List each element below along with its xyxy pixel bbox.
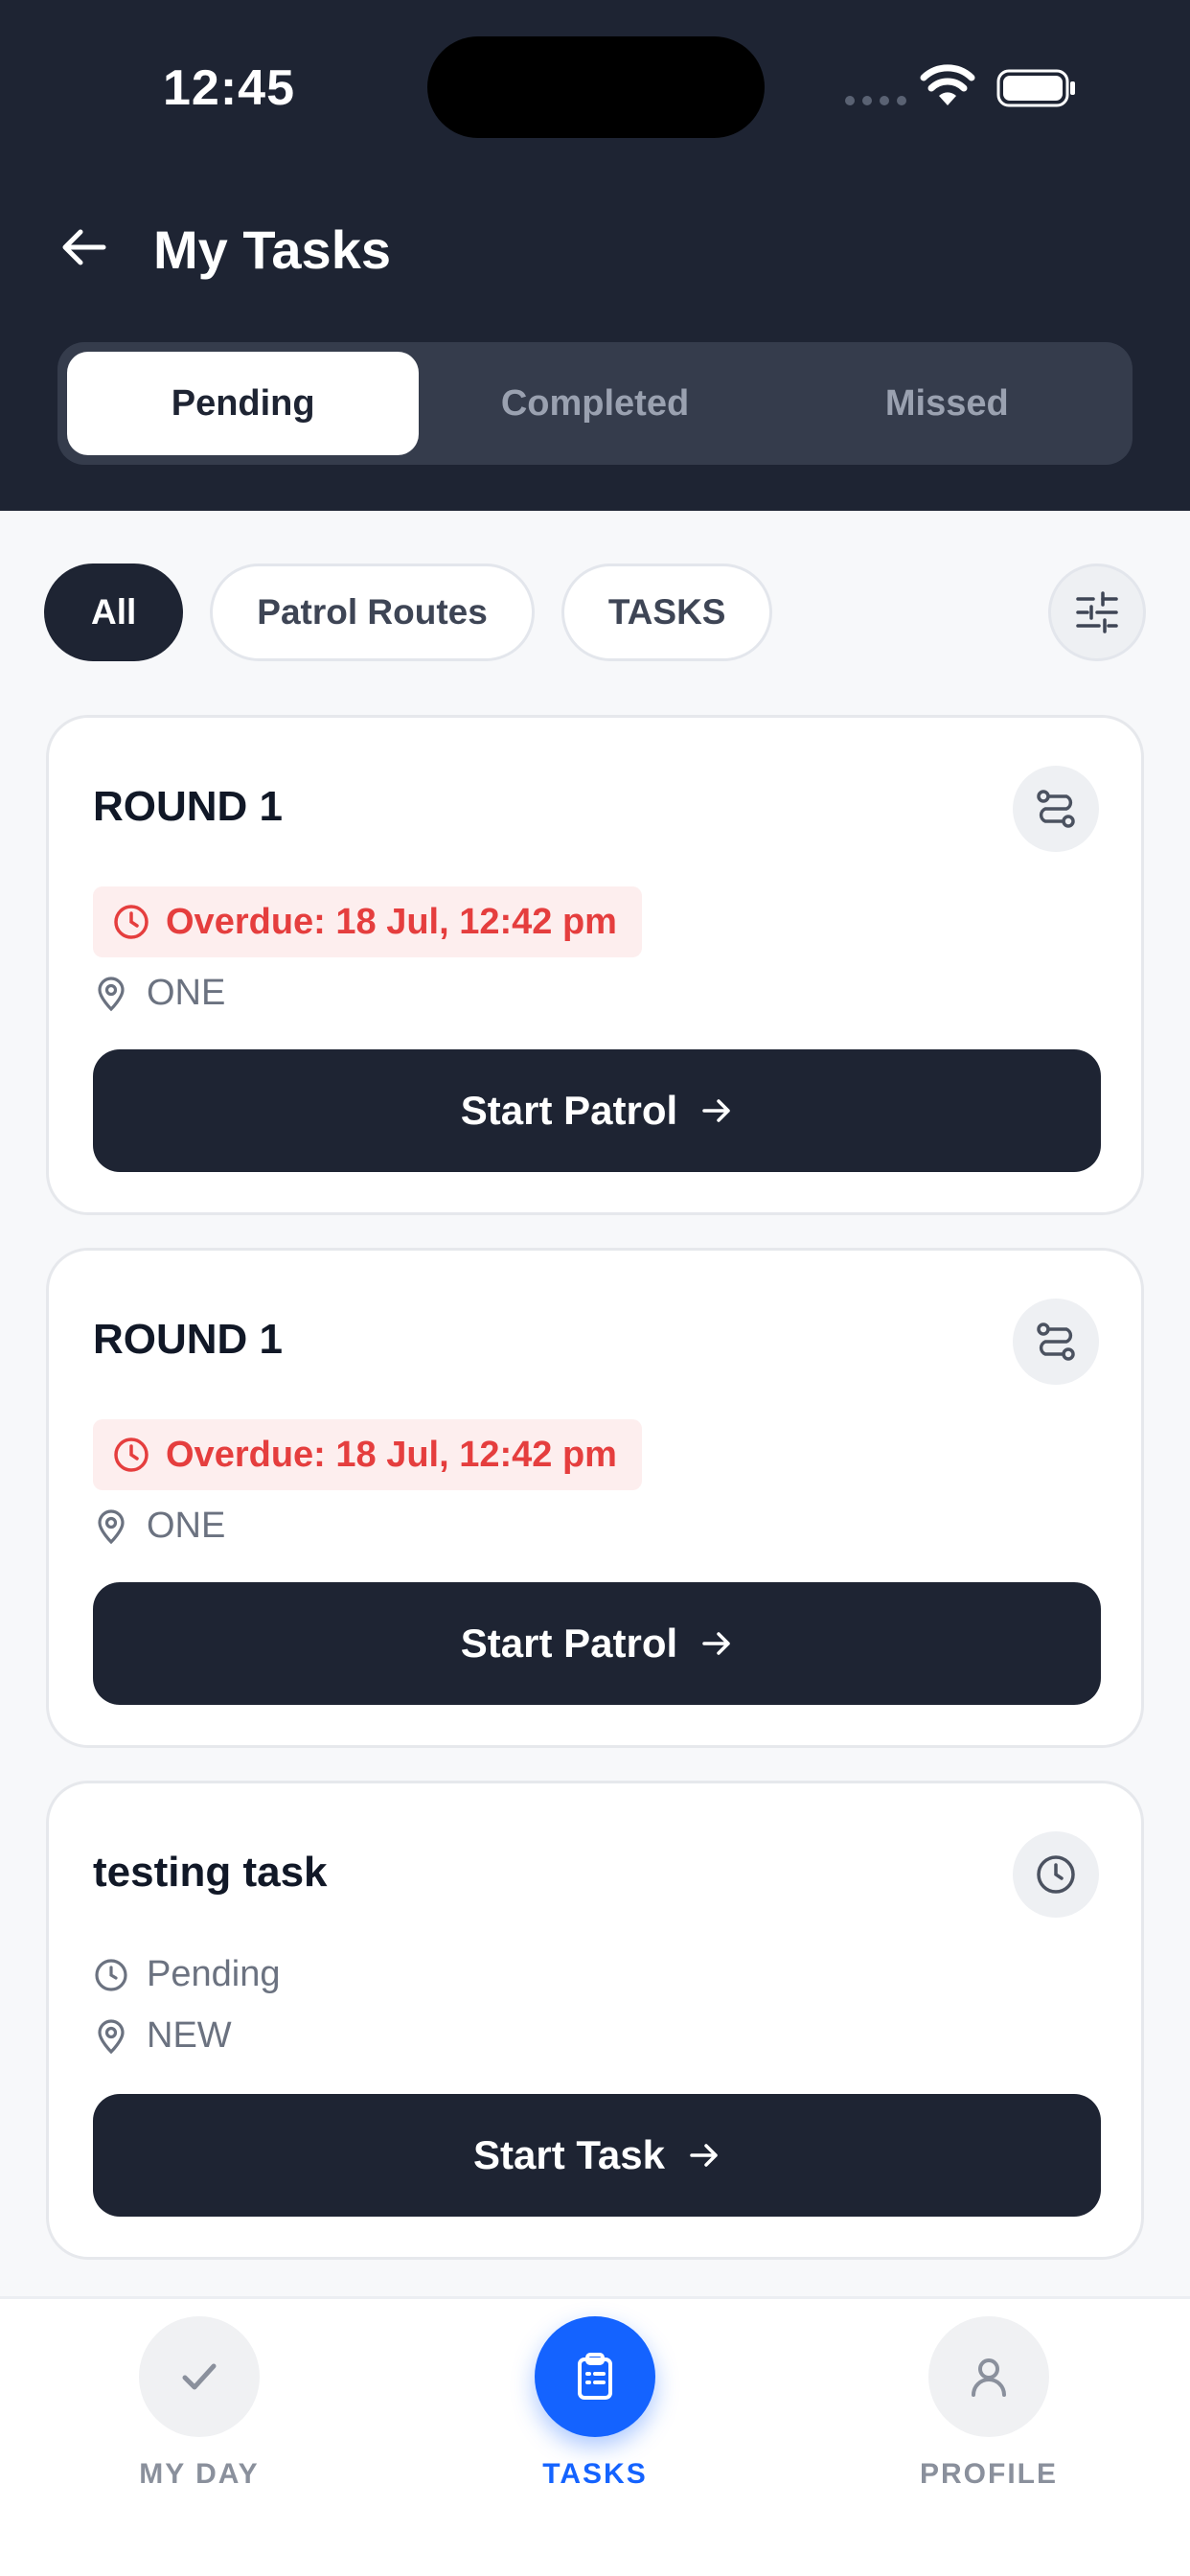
arrow-right-icon bbox=[702, 1632, 730, 1655]
sliders-icon bbox=[1076, 591, 1118, 633]
nav-label: MY DAY bbox=[139, 2458, 260, 2490]
signal-icon bbox=[845, 96, 906, 105]
bottom-nav: MY DAY TASKS PROFILE bbox=[0, 2296, 1190, 2576]
arrow-right-icon bbox=[702, 1099, 730, 1122]
card-title: testing task bbox=[93, 1849, 328, 1896]
start-task-button[interactable]: Start Task bbox=[93, 2094, 1101, 2217]
clock-icon bbox=[114, 1438, 149, 1472]
task-card[interactable]: testing task Pending NEW Start Task bbox=[46, 1781, 1144, 2260]
start-patrol-button[interactable]: Start Patrol bbox=[93, 1049, 1101, 1172]
button-label: Start Patrol bbox=[460, 1088, 678, 1133]
dynamic-island bbox=[427, 36, 765, 138]
button-label: Start Patrol bbox=[460, 1621, 678, 1666]
task-card[interactable]: ROUND 1 Overdue: 18 Jul, 12:42 pm ONE St… bbox=[46, 1248, 1144, 1748]
chip-patrol-routes[interactable]: Patrol Routes bbox=[210, 564, 535, 661]
status-tabs: Pending Completed Missed bbox=[57, 342, 1133, 465]
chip-tasks[interactable]: TASKS bbox=[561, 564, 773, 661]
overdue-text: Overdue: 18 Jul, 12:42 pm bbox=[166, 901, 617, 942]
header: 12:45 My Tasks Pending Completed Missed bbox=[0, 0, 1190, 511]
tab-missed[interactable]: Missed bbox=[771, 352, 1123, 455]
card-title: ROUND 1 bbox=[93, 783, 284, 830]
status-row: Pending bbox=[93, 1954, 280, 1995]
route-icon bbox=[1013, 1299, 1099, 1385]
tab-pending[interactable]: Pending bbox=[67, 352, 420, 455]
route-icon bbox=[1013, 766, 1099, 852]
start-patrol-button[interactable]: Start Patrol bbox=[93, 1582, 1101, 1705]
screen: 12:45 My Tasks Pending Completed Missed … bbox=[0, 0, 1190, 2576]
clock-icon bbox=[114, 905, 149, 939]
task-card[interactable]: ROUND 1 Overdue: 18 Jul, 12:42 pm ONE St… bbox=[46, 715, 1144, 1215]
clock-icon bbox=[95, 1958, 127, 1991]
battery-icon bbox=[996, 69, 1075, 107]
nav-label: TASKS bbox=[542, 2458, 648, 2490]
card-title: ROUND 1 bbox=[93, 1316, 284, 1363]
nav-profile[interactable]: PROFILE bbox=[864, 2316, 1113, 2491]
overdue-text: Overdue: 18 Jul, 12:42 pm bbox=[166, 1434, 617, 1475]
location-text: NEW bbox=[147, 2015, 232, 2056]
location-pin-icon bbox=[98, 976, 125, 1011]
nav-my-day[interactable]: MY DAY bbox=[75, 2316, 324, 2491]
chip-all[interactable]: All bbox=[44, 564, 184, 661]
check-icon bbox=[139, 2316, 260, 2437]
status-text: Pending bbox=[147, 1954, 281, 1994]
clipboard-icon bbox=[535, 2316, 655, 2437]
nav-label: PROFILE bbox=[919, 2458, 1058, 2490]
filter-button[interactable] bbox=[1048, 564, 1146, 661]
overdue-badge: Overdue: 18 Jul, 12:42 pm bbox=[93, 886, 642, 957]
location-row: NEW bbox=[93, 2015, 232, 2057]
location-text: ONE bbox=[147, 973, 226, 1013]
location-row: ONE bbox=[93, 1506, 225, 1547]
filter-chips: All Patrol Routes TASKS bbox=[44, 564, 773, 661]
location-pin-icon bbox=[98, 1508, 125, 1544]
user-icon bbox=[928, 2316, 1049, 2437]
button-label: Start Task bbox=[473, 2132, 665, 2177]
overdue-badge: Overdue: 18 Jul, 12:42 pm bbox=[93, 1419, 642, 1490]
page-title: My Tasks bbox=[153, 219, 391, 280]
arrow-right-icon bbox=[690, 2144, 718, 2167]
location-row: ONE bbox=[93, 973, 225, 1014]
location-text: ONE bbox=[147, 1506, 226, 1546]
clock-icon bbox=[1013, 1831, 1099, 1918]
tab-completed[interactable]: Completed bbox=[419, 352, 770, 455]
wifi-icon bbox=[920, 64, 975, 105]
nav-tasks[interactable]: TASKS bbox=[470, 2316, 720, 2491]
back-arrow-icon[interactable] bbox=[59, 222, 109, 272]
status-time: 12:45 bbox=[163, 60, 295, 116]
location-pin-icon bbox=[98, 2018, 125, 2054]
